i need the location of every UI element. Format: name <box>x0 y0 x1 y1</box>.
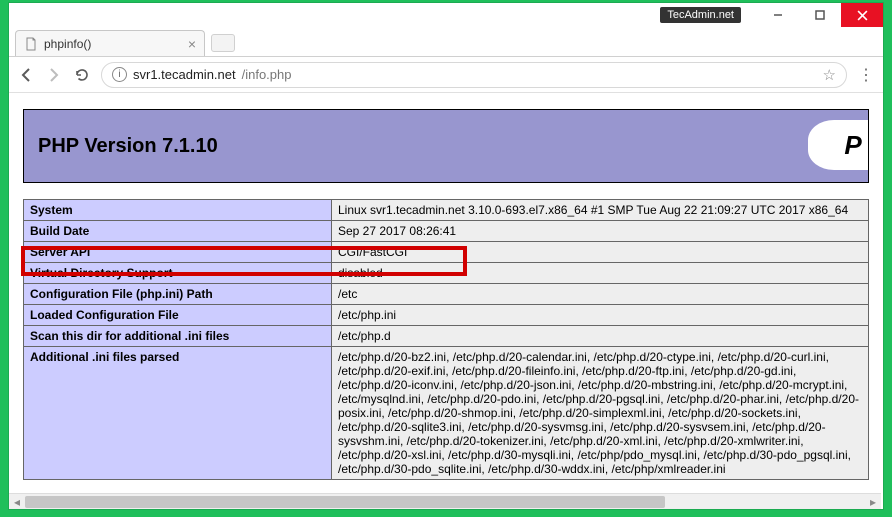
scroll-right-icon[interactable]: ▸ <box>865 495 881 509</box>
page-viewport: PHP Version 7.1.10 P SystemLinux svr1.te… <box>9 93 883 509</box>
toolbar: i svr1.tecadmin.net/info.php ☆ ⋮ <box>9 57 883 93</box>
tab-phpinfo[interactable]: phpinfo() × <box>15 30 205 56</box>
info-value: /etc/php.d/20-bz2.ini, /etc/php.d/20-cal… <box>332 347 869 480</box>
new-tab-button[interactable] <box>211 34 235 52</box>
horizontal-scrollbar[interactable]: ◂ ▸ <box>9 493 881 509</box>
info-value: Linux svr1.tecadmin.net 3.10.0-693.el7.x… <box>332 200 869 221</box>
table-row: Build DateSep 27 2017 08:26:41 <box>24 221 869 242</box>
scroll-thumb[interactable] <box>25 496 665 508</box>
php-logo: P <box>808 120 869 170</box>
reload-button[interactable] <box>73 66 91 84</box>
php-version-heading: PHP Version 7.1.10 <box>38 135 218 158</box>
browser-menu-button[interactable]: ⋮ <box>857 65 875 85</box>
table-row: Configuration File (php.ini) Path/etc <box>24 284 869 305</box>
info-key: Virtual Directory Support <box>24 263 332 284</box>
info-value: disabled <box>332 263 869 284</box>
info-key: Build Date <box>24 221 332 242</box>
browser-window: TecAdmin.net phpinfo() × <box>9 3 883 509</box>
tab-strip: phpinfo() × <box>9 27 883 57</box>
tab-title: phpinfo() <box>44 37 91 51</box>
url-host: svr1.tecadmin.net <box>133 67 236 82</box>
info-key: Additional .ini files parsed <box>24 347 332 480</box>
scroll-track[interactable] <box>25 494 865 509</box>
url-path: /info.php <box>242 67 292 82</box>
maximize-button[interactable] <box>799 3 841 27</box>
minimize-button[interactable] <box>757 3 799 27</box>
table-row: Virtual Directory Supportdisabled <box>24 263 869 284</box>
phpinfo-page: PHP Version 7.1.10 P SystemLinux svr1.te… <box>9 93 869 509</box>
bookmark-star-icon[interactable]: ☆ <box>823 66 836 84</box>
info-key: Scan this dir for additional .ini files <box>24 326 332 347</box>
info-value: /etc/php.ini <box>332 305 869 326</box>
scroll-left-icon[interactable]: ◂ <box>9 495 25 509</box>
table-row: Additional .ini files parsed/etc/php.d/2… <box>24 347 869 480</box>
info-value: Sep 27 2017 08:26:41 <box>332 221 869 242</box>
close-button[interactable] <box>841 3 883 27</box>
forward-button[interactable] <box>45 66 63 84</box>
info-key: Loaded Configuration File <box>24 305 332 326</box>
site-info-icon[interactable]: i <box>112 67 127 82</box>
table-row: Loaded Configuration File/etc/php.ini <box>24 305 869 326</box>
page-icon <box>24 37 38 51</box>
info-key: Configuration File (php.ini) Path <box>24 284 332 305</box>
address-bar[interactable]: i svr1.tecadmin.net/info.php ☆ <box>101 62 847 88</box>
table-row: Server APICGI/FastCGI <box>24 242 869 263</box>
info-key: Server API <box>24 242 332 263</box>
back-button[interactable] <box>17 66 35 84</box>
phpinfo-table: SystemLinux svr1.tecadmin.net 3.10.0-693… <box>23 199 869 480</box>
site-badge: TecAdmin.net <box>660 7 741 23</box>
table-row: SystemLinux svr1.tecadmin.net 3.10.0-693… <box>24 200 869 221</box>
table-row: Scan this dir for additional .ini files/… <box>24 326 869 347</box>
info-value: CGI/FastCGI <box>332 242 869 263</box>
info-value: /etc/php.d <box>332 326 869 347</box>
info-value: /etc <box>332 284 869 305</box>
window-titlebar <box>9 3 883 27</box>
info-key: System <box>24 200 332 221</box>
php-header: PHP Version 7.1.10 P <box>23 109 869 183</box>
tab-close-icon[interactable]: × <box>188 36 196 52</box>
